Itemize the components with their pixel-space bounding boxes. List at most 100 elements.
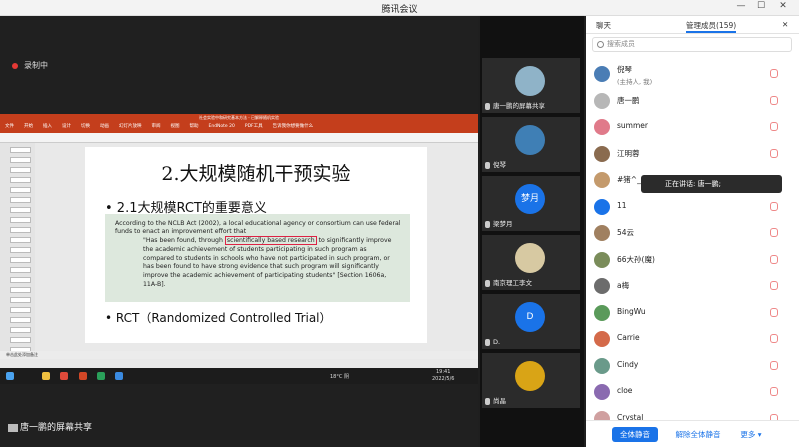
ppt-menu-item: 幻灯片放映 xyxy=(119,124,142,129)
muted-microphone-icon[interactable] xyxy=(770,201,778,211)
avatar: 梦月 xyxy=(515,184,545,214)
avatar xyxy=(594,92,610,109)
tab-members[interactable]: 管理成员(159) xyxy=(686,20,737,33)
avatar xyxy=(594,119,610,135)
speaking-tooltip: 正在讲话: 唐一鹏; xyxy=(641,175,782,193)
video-tile[interactable]: 尚晶 xyxy=(482,353,580,408)
quote-intro: According to the NCLB Act (2002), a loca… xyxy=(115,220,401,236)
video-tile[interactable]: 倪琴 xyxy=(482,117,580,172)
member-row[interactable]: a梅 xyxy=(586,275,799,297)
muted-microphone-icon[interactable] xyxy=(770,228,778,237)
video-tile[interactable]: 唐一鹏的屏幕共享 xyxy=(482,58,580,113)
taskbar-time: 19:41 xyxy=(436,369,451,375)
minimize-icon[interactable]: — xyxy=(734,1,748,11)
muted-microphone-icon[interactable] xyxy=(770,281,778,290)
powerpoint-icon xyxy=(79,372,87,380)
members-panel: 聊天 管理成员(159) ✕ 搜索成员 倪琴 (主持人, 我) 唐一鹏 summer 江… xyxy=(586,16,799,447)
avatar: D xyxy=(515,302,545,332)
avatar xyxy=(594,357,610,374)
video-tile-label: 梁梦月 xyxy=(485,218,513,228)
ppt-menu-item: 切换 xyxy=(81,124,90,129)
member-name: Cindy xyxy=(617,359,639,369)
maximize-icon[interactable]: ☐ xyxy=(754,1,768,11)
muted-microphone-icon[interactable] xyxy=(770,307,778,317)
member-name: Carrie xyxy=(617,333,640,342)
avatar xyxy=(594,145,610,162)
member-row[interactable]: 66大孙(魔) xyxy=(586,249,799,271)
tab-chat[interactable]: 聊天 xyxy=(596,20,611,31)
video-tile-column: 唐一鹏的屏幕共享 倪琴 梦月 梁梦月 南京理工李文 D D. 尚晶 xyxy=(480,16,584,447)
member-name: a梅 xyxy=(617,281,630,290)
member-row[interactable]: 54云 xyxy=(586,222,799,244)
avatar xyxy=(594,172,610,188)
muted-microphone-icon[interactable] xyxy=(770,334,778,343)
shared-screen-stage: 录制中 社会实验中和研究基本方法 - 已解释随机实验 文件 开始 插入 设计 切换 动画 幻… xyxy=(0,16,478,447)
ppt-menu-item: EndNote 20 xyxy=(208,124,235,129)
video-tile-label: 尚晶 xyxy=(485,395,506,405)
member-search-input[interactable]: 搜索成员 xyxy=(592,37,792,52)
ppt-menu-item: 告诉我你想要做什么 xyxy=(272,124,314,129)
windows-start-icon xyxy=(6,372,14,380)
member-name: summer xyxy=(617,121,648,130)
app-icon xyxy=(97,372,105,380)
taskbar-date: 2022/5/6 xyxy=(432,376,455,382)
muted-microphone-icon[interactable] xyxy=(770,387,778,396)
mute-all-button[interactable]: 全体静音 xyxy=(612,427,658,442)
avatar xyxy=(515,66,545,96)
member-row[interactable]: 唐一鹏 xyxy=(586,90,799,112)
current-slide: 2.大规模随机干预实验 • 2.1大规模RCT的重要意义 According t… xyxy=(85,147,427,343)
highlight-box: scientifically based research xyxy=(224,236,317,245)
video-tile-label: 倪琴 xyxy=(485,159,506,169)
avatar xyxy=(594,278,610,294)
member-row[interactable]: cloe xyxy=(586,381,799,403)
video-tile[interactable]: 梦月 梁梦月 xyxy=(482,176,580,231)
recording-indicator: 录制中 xyxy=(12,60,48,71)
record-dot-icon xyxy=(12,62,18,69)
member-row[interactable]: BingWu xyxy=(586,302,799,324)
member-row[interactable]: 倪琴 (主持人, 我) xyxy=(586,63,799,86)
ppt-notes-bar: 单击此处添加备注 xyxy=(0,351,478,359)
member-name: #猪^_ xyxy=(617,175,641,184)
video-tile[interactable]: 南京理工李文 xyxy=(482,235,580,290)
close-icon[interactable]: ✕ xyxy=(776,1,790,11)
member-row[interactable]: Carrie xyxy=(586,328,799,350)
explorer-icon xyxy=(42,372,50,380)
video-tile-label: 唐一鹏的屏幕共享 xyxy=(485,100,545,110)
screen-share-icon xyxy=(8,423,18,432)
member-name: 54云 xyxy=(617,228,635,237)
member-name: 唐一鹏 xyxy=(617,95,640,105)
share-label: 唐一鹏的屏幕共享 xyxy=(8,420,92,433)
member-name: BingWu xyxy=(617,306,646,316)
ppt-menu-item: 开始 xyxy=(24,124,33,129)
quote-box: According to the NCLB Act (2002), a loca… xyxy=(105,214,410,302)
video-tile[interactable]: D D. xyxy=(482,294,580,349)
member-name: cloe xyxy=(617,386,633,395)
microphone-icon xyxy=(485,397,490,405)
muted-microphone-icon[interactable] xyxy=(770,122,778,131)
muted-microphone-icon[interactable] xyxy=(770,148,778,158)
avatar xyxy=(594,198,610,215)
member-row[interactable]: Cindy xyxy=(586,355,799,377)
slide-title: 2.大规模随机干预实验 xyxy=(161,163,351,185)
panel-footer: 全体静音 解除全体静音 更多 ▾ xyxy=(586,420,799,447)
ppt-menu-item: 设计 xyxy=(62,124,71,129)
microphone-icon xyxy=(485,102,490,110)
muted-microphone-icon[interactable] xyxy=(770,69,778,78)
panel-close-icon[interactable]: ✕ xyxy=(782,20,788,29)
muted-microphone-icon[interactable] xyxy=(770,360,778,370)
muted-microphone-icon[interactable] xyxy=(770,254,778,264)
member-row[interactable]: summer xyxy=(586,116,799,138)
panel-tabs: 聊天 管理成员(159) ✕ xyxy=(586,16,799,34)
muted-microphone-icon[interactable] xyxy=(770,95,778,105)
shared-powerpoint: 社会实验中和研究基本方法 - 已解释随机实验 文件 开始 插入 设计 切换 动画 幻灯片放映… xyxy=(0,114,478,384)
more-button[interactable]: 更多 ▾ xyxy=(736,427,766,442)
member-row[interactable]: 江明蓉 xyxy=(586,143,799,165)
ppt-menu-item: 审阅 xyxy=(151,124,161,129)
ppt-menu: 文件 开始 插入 设计 切换 动画 幻灯片放映 审阅 视图 帮助 EndNote 20 PDF工具 告诉… xyxy=(0,121,478,133)
microphone-icon xyxy=(485,279,490,287)
unmute-all-button[interactable]: 解除全体静音 xyxy=(668,427,728,442)
ppt-menu-item: 帮助 xyxy=(189,124,199,129)
ppt-menu-item: PDF工具 xyxy=(244,124,263,129)
member-row[interactable]: 11 xyxy=(586,196,799,218)
member-name: 江明蓉 xyxy=(617,148,640,158)
